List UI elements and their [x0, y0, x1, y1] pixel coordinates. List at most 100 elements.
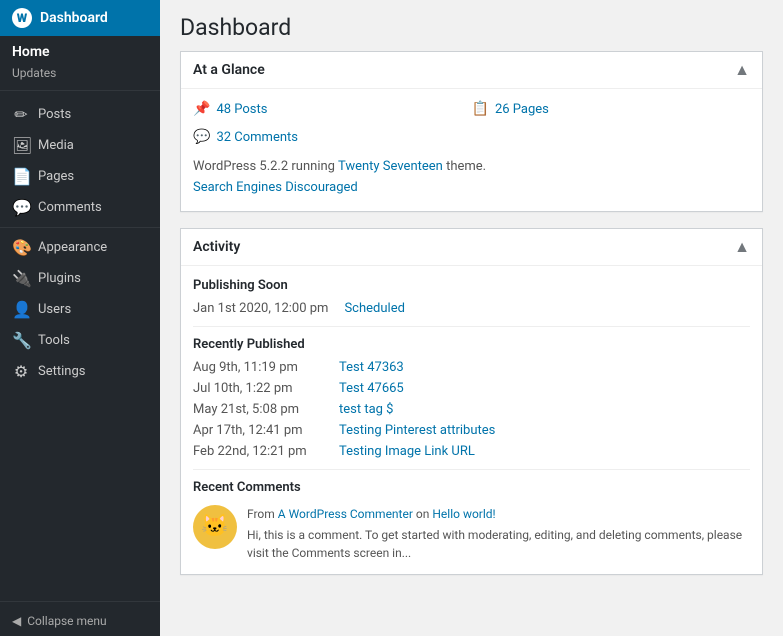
posts-stat-link[interactable]: 48 Posts: [216, 102, 267, 117]
theme-link[interactable]: Twenty Seventeen: [338, 159, 443, 174]
comment-on-text: on: [413, 507, 432, 521]
posts-stat: 📌 48 Posts: [193, 101, 472, 117]
sidebar-item-plugins[interactable]: 🔌 Plugins: [0, 263, 160, 294]
page-title: Dashboard: [180, 14, 763, 41]
activity-title: Activity: [193, 239, 240, 255]
appearance-icon: 🎨: [12, 238, 30, 257]
sidebar-divider-3: [0, 601, 160, 602]
recently-published-title: Recently Published: [193, 337, 750, 352]
at-a-glance-title: At a Glance: [193, 62, 265, 78]
glance-meta: WordPress 5.2.2 running Twenty Seventeen…: [193, 157, 750, 199]
comment-content: From A WordPress Commenter on Hello worl…: [247, 505, 750, 562]
pub-date-4: Feb 22nd, 12:21 pm: [193, 444, 323, 459]
sidebar-item-appearance[interactable]: 🎨 Appearance: [0, 232, 160, 263]
published-item-4: Feb 22nd, 12:21 pm Testing Image Link UR…: [193, 444, 750, 459]
recent-comments-title: Recent Comments: [193, 480, 750, 495]
settings-icon: ⚙: [12, 362, 30, 381]
comments-stat-link[interactable]: 32 Comments: [216, 130, 298, 145]
sidebar-item-label: Settings: [38, 364, 85, 379]
published-item-2: May 21st, 5:08 pm test tag $: [193, 402, 750, 417]
pub-date-1: Jul 10th, 1:22 pm: [193, 381, 323, 396]
at-a-glance-toggle[interactable]: ▲: [734, 60, 750, 80]
activity-toggle[interactable]: ▲: [734, 237, 750, 257]
users-icon: 👤: [12, 300, 30, 319]
comment-from: From A WordPress Commenter on Hello worl…: [247, 505, 750, 523]
activity-widget: Activity ▲ Publishing Soon Jan 1st 2020,…: [180, 228, 763, 575]
comments-icon: 💬: [12, 198, 30, 217]
scheduled-item: Jan 1st 2020, 12:00 pm Scheduled: [193, 301, 750, 316]
pages-icon: 📄: [12, 167, 30, 186]
commenter-link[interactable]: A WordPress Commenter: [278, 507, 413, 521]
activity-divider-2: [193, 469, 750, 470]
sidebar-item-label: Plugins: [38, 271, 81, 286]
pub-date-3: Apr 17th, 12:41 pm: [193, 423, 323, 438]
pub-link-2[interactable]: test tag $: [339, 402, 394, 417]
scheduled-date: Jan 1st 2020, 12:00 pm: [193, 301, 328, 316]
sidebar-item-users[interactable]: 👤 Users: [0, 294, 160, 325]
sidebar-divider-2: [0, 227, 160, 228]
sidebar-home-section: Home Updates: [0, 36, 160, 86]
pages-stat: 📋 26 Pages: [472, 101, 751, 117]
sidebar-updates-link[interactable]: Updates: [12, 64, 148, 82]
published-item-3: Apr 17th, 12:41 pm Testing Pinterest att…: [193, 423, 750, 438]
pub-link-3[interactable]: Testing Pinterest attributes: [339, 423, 495, 438]
pub-link-4[interactable]: Testing Image Link URL: [339, 444, 475, 459]
pages-stat-link[interactable]: 26 Pages: [495, 102, 549, 117]
glance-stats: 📌 48 Posts 📋 26 Pages 💬 32 Comments: [193, 101, 750, 149]
sidebar-header[interactable]: W Dashboard: [0, 0, 160, 36]
at-a-glance-body: 📌 48 Posts 📋 26 Pages 💬 32 Comments Word…: [181, 89, 762, 211]
sidebar-item-label: Comments: [38, 200, 102, 215]
sidebar-item-label: Appearance: [38, 240, 107, 255]
scheduled-status[interactable]: Scheduled: [344, 301, 404, 316]
pub-link-0[interactable]: Test 47363: [339, 360, 404, 375]
sidebar-item-settings[interactable]: ⚙ Settings: [0, 356, 160, 387]
sidebar-item-label: Posts: [38, 107, 71, 122]
sidebar-item-posts[interactable]: ✏ Posts: [0, 99, 160, 130]
theme-suffix: theme.: [443, 159, 486, 174]
collapse-menu-button[interactable]: ◀ Collapse menu: [0, 606, 160, 636]
pub-date-0: Aug 9th, 11:19 pm: [193, 360, 323, 375]
activity-divider-1: [193, 326, 750, 327]
comment-body: Hi, this is a comment. To get started wi…: [247, 526, 750, 562]
thumbtack-icon: 📌: [193, 101, 210, 117]
pub-link-1[interactable]: Test 47665: [339, 381, 404, 396]
activity-header: Activity ▲: [181, 229, 762, 266]
at-a-glance-widget: At a Glance ▲ 📌 48 Posts 📋 26 Pages 💬 32…: [180, 51, 763, 212]
sidebar-item-pages[interactable]: 📄 Pages: [0, 161, 160, 192]
tools-icon: 🔧: [12, 331, 30, 350]
comments-stat: 💬 32 Comments: [193, 129, 472, 145]
sidebar-divider-1: [0, 90, 160, 91]
sidebar-item-comments[interactable]: 💬 Comments: [0, 192, 160, 223]
posts-icon: ✏: [12, 105, 30, 124]
comment-post-link[interactable]: Hello world!: [432, 507, 495, 521]
sidebar-item-label: Tools: [38, 333, 70, 348]
published-item-1: Jul 10th, 1:22 pm Test 47665: [193, 381, 750, 396]
commenter-avatar: 🐱: [193, 505, 237, 549]
collapse-arrow-icon: ◀: [12, 614, 21, 628]
published-item-0: Aug 9th, 11:19 pm Test 47363: [193, 360, 750, 375]
search-engines-link[interactable]: Search Engines Discouraged: [193, 180, 358, 195]
sidebar-item-label: Pages: [38, 169, 74, 184]
collapse-menu-label: Collapse menu: [27, 614, 106, 628]
sidebar-item-media[interactable]: 🖼 Media: [0, 130, 160, 161]
sidebar-item-label: Media: [38, 138, 74, 153]
media-icon: 🖼: [12, 136, 30, 155]
comment-item-0: 🐱 From A WordPress Commenter on Hello wo…: [193, 505, 750, 562]
activity-body: Publishing Soon Jan 1st 2020, 12:00 pm S…: [181, 266, 762, 574]
wp-info-text: WordPress 5.2.2 running: [193, 159, 338, 174]
sidebar-item-tools[interactable]: 🔧 Tools: [0, 325, 160, 356]
sidebar-home-title[interactable]: Home: [12, 44, 148, 60]
wp-logo-icon: W: [12, 8, 32, 28]
sidebar-item-label: Users: [38, 302, 71, 317]
comments-stat-icon: 💬: [193, 129, 210, 145]
at-a-glance-header: At a Glance ▲: [181, 52, 762, 89]
pub-date-2: May 21st, 5:08 pm: [193, 402, 323, 417]
sidebar: W Dashboard Home Updates ✏ Posts 🖼 Media…: [0, 0, 160, 636]
plugins-icon: 🔌: [12, 269, 30, 288]
publishing-soon-title: Publishing Soon: [193, 278, 750, 293]
pages-stat-icon: 📋: [472, 101, 489, 117]
sidebar-header-title: Dashboard: [40, 10, 108, 26]
main-content: Dashboard At a Glance ▲ 📌 48 Posts 📋 26 …: [160, 0, 783, 636]
comment-from-prefix: From: [247, 507, 278, 521]
sidebar-nav: ✏ Posts 🖼 Media 📄 Pages 💬 Comments 🎨 App…: [0, 95, 160, 391]
